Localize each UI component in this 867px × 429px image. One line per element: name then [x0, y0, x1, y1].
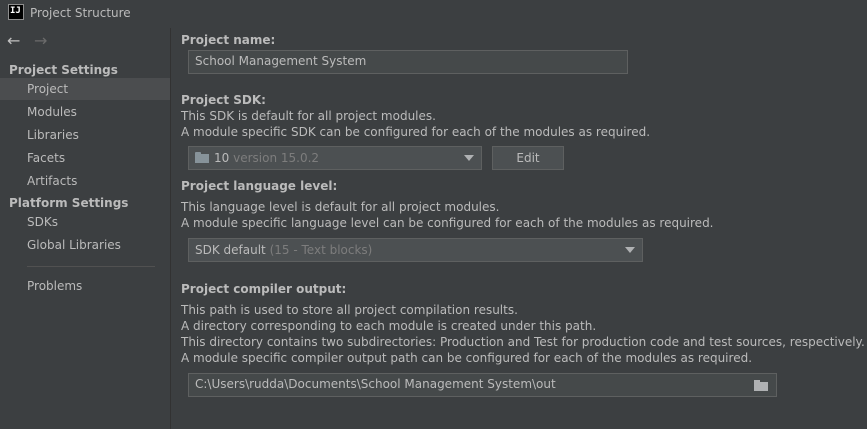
sidebar-item-global-libraries[interactable]: Global Libraries: [0, 234, 170, 256]
platform-settings-header: Platform Settings: [9, 196, 129, 210]
sidebar-item-libraries[interactable]: Libraries: [0, 124, 170, 146]
project-name-label: Project name:: [181, 33, 276, 47]
compiler-output-path: C:\Users\rudda\Documents\School Manageme…: [195, 377, 556, 391]
sdk-description-2: A module specific SDK can be configured …: [181, 125, 651, 139]
sdk-description-1: This SDK is default for all project modu…: [181, 109, 436, 123]
language-description-1: This language level is default for all p…: [181, 200, 500, 214]
language-level-detail: (15 - Text blocks): [269, 243, 373, 257]
language-level-label: Project language level:: [181, 179, 338, 193]
sidebar-item-modules[interactable]: Modules: [0, 101, 170, 123]
project-name-input[interactable]: School Management System: [188, 50, 628, 74]
edit-sdk-button[interactable]: Edit: [492, 146, 564, 170]
output-description-4: A module specific compiler output path c…: [181, 351, 753, 365]
sdk-version: version 15.0.2: [233, 151, 320, 165]
window-title: Project Structure: [30, 6, 131, 20]
sidebar-item-facets[interactable]: Facets: [0, 147, 170, 169]
project-sdk-label: Project SDK:: [181, 93, 266, 107]
intellij-app-icon: IJ: [8, 4, 24, 20]
language-description-2: A module specific language level can be …: [181, 216, 714, 230]
folder-browse-icon[interactable]: [754, 380, 768, 391]
language-level-value: SDK default: [195, 243, 266, 257]
back-arrow-icon[interactable]: ←: [7, 31, 20, 50]
folder-icon: [195, 152, 209, 163]
panel-splitter[interactable]: [170, 28, 171, 429]
sidebar-item-artifacts[interactable]: Artifacts: [0, 170, 170, 192]
language-level-dropdown[interactable]: SDK default (15 - Text blocks): [188, 238, 643, 262]
sidebar-item-problems[interactable]: Problems: [0, 275, 170, 297]
output-description-2: A directory corresponding to each module…: [181, 319, 597, 333]
sdk-dropdown[interactable]: 10 version 15.0.2: [188, 146, 482, 170]
output-description-3: This directory contains two subdirectori…: [181, 335, 865, 349]
chevron-down-icon: [464, 155, 474, 161]
sidebar-divider: [27, 266, 155, 267]
title-bar: IJ Project Structure: [0, 0, 867, 28]
sidebar-item-sdks[interactable]: SDKs: [0, 211, 170, 233]
chevron-down-icon: [625, 247, 635, 253]
sdk-name: 10: [214, 151, 230, 165]
sidebar-item-project[interactable]: Project: [0, 78, 170, 100]
project-settings-header: Project Settings: [9, 63, 118, 77]
compiler-output-label: Project compiler output:: [181, 282, 347, 296]
output-description-1: This path is used to store all project c…: [181, 303, 518, 317]
compiler-output-input[interactable]: C:\Users\rudda\Documents\School Manageme…: [188, 373, 777, 397]
forward-arrow-icon[interactable]: →: [34, 31, 47, 50]
